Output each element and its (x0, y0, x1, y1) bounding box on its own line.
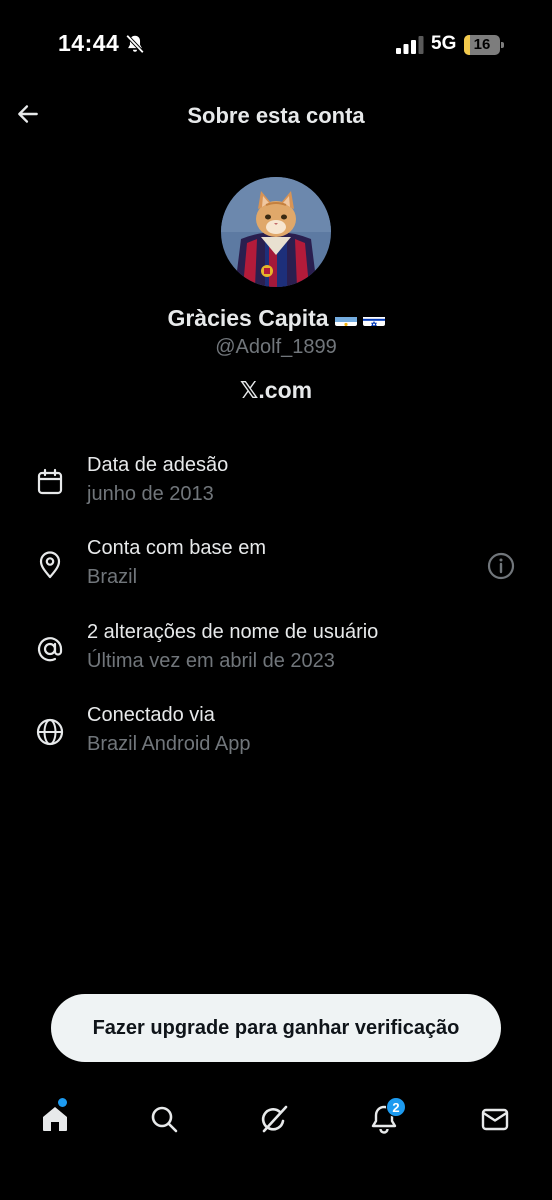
info-row-subtitle: Brazil Android App (87, 733, 251, 755)
nav-home[interactable] (25, 1085, 85, 1153)
user-handle: @Adolf_1899 (215, 336, 337, 358)
argentina-flag-icon (334, 311, 357, 326)
info-row-connected-via: Conectado via Brazil Android App (0, 704, 552, 774)
info-row-title: Data de adesão (87, 454, 229, 476)
domain-label: 𝕏.com (239, 377, 313, 403)
info-row-subtitle: Última vez em abril de 2023 (87, 650, 335, 672)
avatar[interactable] (221, 177, 331, 287)
battery-percent: 16 (473, 36, 491, 53)
messages-icon (481, 1108, 509, 1131)
cellular-signal-icon (396, 36, 424, 54)
israel-flag-icon (362, 311, 385, 326)
status-time: 14:44 (58, 30, 120, 56)
info-row-subtitle: junho de 2013 (87, 483, 214, 505)
upgrade-verification-button[interactable]: Fazer upgrade para ganhar verificação (51, 994, 501, 1062)
info-row-username-changes: 2 alterações de nome de usuário Última v… (0, 621, 552, 691)
network-type: 5G (431, 33, 457, 54)
status-bar: 14:44 5G 16 (0, 0, 552, 90)
location-pin-icon (39, 551, 61, 579)
nav-messages[interactable] (465, 1085, 525, 1153)
grok-icon (261, 1105, 288, 1133)
at-sign-icon (37, 637, 63, 662)
home-unread-dot (58, 1098, 67, 1107)
info-row-title: Conectado via (87, 704, 215, 726)
cat-avatar-image (221, 177, 331, 287)
battery-icon: 16 (464, 35, 504, 55)
display-name-row: Gràcies Capita (0, 305, 552, 332)
about-account-screen: 14:44 5G 16 Sobre esta conta Gràcies Cap… (0, 0, 552, 1200)
page-title: Sobre esta conta (187, 103, 365, 128)
globe-icon (36, 718, 64, 746)
info-row-subtitle: Brazil (87, 566, 138, 588)
search-icon (151, 1106, 178, 1133)
info-row-join-date: Data de adesão junho de 2013 (0, 454, 552, 524)
notifications-badge: 2 (386, 1097, 406, 1117)
bottom-nav: 2 (0, 1085, 552, 1155)
info-row-title: Conta com base em (87, 537, 266, 559)
nav-grok[interactable] (244, 1085, 304, 1153)
nav-notifications[interactable]: 2 (354, 1085, 414, 1153)
home-icon (43, 1107, 67, 1131)
calendar-icon (37, 468, 63, 495)
display-name: Gràcies Capita (167, 305, 329, 331)
info-row-title: 2 alterações de nome de usuário (87, 621, 379, 643)
info-icon[interactable] (486, 551, 516, 581)
bell-muted-icon (125, 34, 145, 54)
nav-search[interactable] (134, 1085, 194, 1153)
info-row-based-in: Conta com base em Brazil (0, 537, 552, 607)
